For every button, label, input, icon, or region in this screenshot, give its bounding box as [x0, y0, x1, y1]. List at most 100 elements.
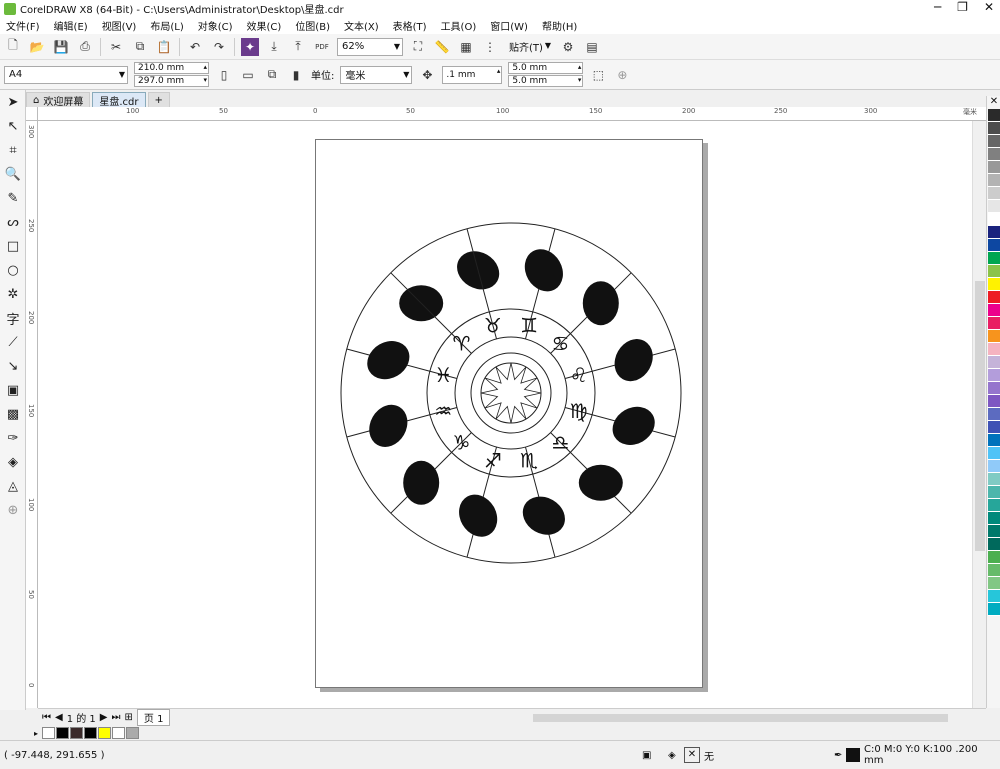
menu-window[interactable]: 窗口(W)	[490, 18, 528, 33]
zoom-tool-icon[interactable]: 🔍	[0, 162, 26, 186]
no-color-swatch[interactable]: ✕	[988, 96, 1000, 109]
palette-swatch[interactable]	[988, 551, 1000, 564]
pdf-icon[interactable]: PDF	[313, 38, 331, 56]
document-palette-swatch[interactable]	[98, 727, 112, 739]
crop-tool-icon[interactable]: ⌗	[0, 138, 26, 162]
menu-view[interactable]: 视图(V)	[102, 18, 137, 33]
search-content-icon[interactable]: ✦	[241, 37, 259, 56]
tab-welcome[interactable]: ⌂ 欢迎屏幕	[26, 92, 91, 108]
new-document-icon[interactable]: 🗋	[4, 38, 22, 56]
document-palette-swatch[interactable]	[112, 727, 126, 739]
redo-icon[interactable]: ↷	[210, 38, 228, 56]
menu-tools[interactable]: 工具(O)	[441, 18, 477, 33]
duplicate-y-field[interactable]: 5.0 mm ▾	[508, 75, 584, 87]
palette-swatch[interactable]	[988, 473, 1000, 486]
horizontal-scroll-thumb[interactable]	[533, 714, 948, 722]
menu-bitmaps[interactable]: 位图(B)	[295, 18, 330, 33]
paste-icon[interactable]: 📋	[155, 38, 173, 56]
undo-icon[interactable]: ↶	[186, 38, 204, 56]
palette-swatch[interactable]	[988, 408, 1000, 421]
maximize-icon[interactable]: ❐	[957, 0, 968, 14]
palette-swatch[interactable]	[988, 434, 1000, 447]
tab-document[interactable]: 星盘.cdr	[92, 92, 146, 108]
menu-layout[interactable]: 布局(L)	[150, 18, 183, 33]
ruler-corner[interactable]	[26, 107, 38, 121]
add-icon[interactable]: ⊕	[613, 66, 631, 84]
print-icon[interactable]: ⎙	[76, 38, 94, 56]
document-palette-swatch[interactable]	[70, 727, 84, 739]
drawing-canvas[interactable]: ♈♉♊♋♌♍♎♏♐♑♒♓	[38, 121, 972, 708]
page-width-field[interactable]: 210.0 mm ▴	[134, 62, 209, 74]
palette-swatch[interactable]	[988, 317, 1000, 330]
palette-swatch[interactable]	[988, 447, 1000, 460]
add-page-icon[interactable]: ⊞	[125, 712, 133, 723]
parallel-dimension-icon[interactable]: ⟋	[0, 330, 26, 354]
units-combo[interactable]: 毫米 ▼	[340, 65, 413, 84]
palette-swatch[interactable]	[988, 135, 1000, 148]
interactive-fill-icon[interactable]: ◈	[0, 450, 26, 474]
spin-arrows-icon[interactable]: ▾	[203, 76, 207, 84]
palette-swatch[interactable]	[988, 174, 1000, 187]
outline-color-swatch[interactable]	[846, 748, 860, 762]
landscape-icon[interactable]: ▭	[239, 66, 257, 84]
palette-swatch[interactable]	[988, 239, 1000, 252]
palette-swatch[interactable]	[988, 382, 1000, 395]
copy-icon[interactable]: ⧉	[131, 38, 149, 56]
palette-swatch[interactable]	[988, 343, 1000, 356]
palette-swatch[interactable]	[988, 161, 1000, 174]
palette-swatch[interactable]	[988, 304, 1000, 317]
eyedropper-icon[interactable]: ✑	[0, 426, 26, 450]
palette-swatch[interactable]	[988, 148, 1000, 161]
palette-swatch[interactable]	[988, 356, 1000, 369]
portrait-icon[interactable]: ▯	[215, 66, 233, 84]
bleed-icon[interactable]: ⬚	[589, 66, 607, 84]
document-palette-swatch[interactable]	[56, 727, 70, 739]
palette-swatch[interactable]	[988, 499, 1000, 512]
document-page[interactable]: ♈♉♊♋♌♍♎♏♐♑♒♓	[315, 139, 703, 688]
next-page-icon[interactable]: ▶	[100, 712, 108, 723]
palette-swatch[interactable]	[988, 564, 1000, 577]
page-tab[interactable]: 页 1	[136, 709, 171, 726]
import-icon[interactable]: ⤓	[265, 38, 283, 56]
ellipse-tool-icon[interactable]: ○	[0, 258, 26, 282]
palette-swatch[interactable]	[988, 187, 1000, 200]
shape-tool-icon[interactable]: ↖	[0, 114, 26, 138]
menu-effects[interactable]: 效果(C)	[247, 18, 282, 33]
palette-swatch[interactable]	[988, 369, 1000, 382]
palette-swatch[interactable]	[988, 252, 1000, 265]
horizontal-ruler[interactable]: 100 50 0 50 100 150 200 250 300 毫米	[38, 107, 986, 121]
current-page-icon[interactable]: ▮	[287, 66, 305, 84]
menu-edit[interactable]: 编辑(E)	[54, 18, 88, 33]
add-tool-icon[interactable]: ⊕	[0, 498, 26, 522]
palette-swatch[interactable]	[988, 278, 1000, 291]
polygon-tool-icon[interactable]: ✲	[0, 282, 26, 306]
document-palette-swatch[interactable]	[42, 727, 56, 739]
transparency-tool-icon[interactable]: ▩	[0, 402, 26, 426]
rectangle-tool-icon[interactable]: □	[0, 234, 26, 258]
options-gear-icon[interactable]: ⚙	[559, 38, 577, 56]
guidelines-icon[interactable]: ⋮	[481, 38, 499, 56]
menu-help[interactable]: 帮助(H)	[542, 18, 577, 33]
document-palette-swatch[interactable]	[84, 727, 98, 739]
menu-object[interactable]: 对象(C)	[198, 18, 233, 33]
palette-swatch[interactable]	[988, 226, 1000, 239]
snap-to-combo[interactable]: 贴齐(T) ▼	[505, 38, 553, 56]
spin-arrows-icon[interactable]: ▾	[578, 76, 582, 84]
grid-icon[interactable]: ▦	[457, 38, 475, 56]
all-pages-icon[interactable]: ⧉	[263, 66, 281, 84]
palette-swatch[interactable]	[988, 486, 1000, 499]
vertical-ruler[interactable]: 300 250 200 150 100 50 0	[26, 121, 38, 708]
rulers-icon[interactable]: 📏	[433, 38, 451, 56]
freehand-tool-icon[interactable]: ✎	[0, 186, 26, 210]
full-screen-icon[interactable]: ⛶	[409, 38, 427, 56]
palette-swatch[interactable]	[988, 122, 1000, 135]
menu-text[interactable]: 文本(X)	[344, 18, 379, 33]
spin-arrows-icon[interactable]: ▴	[497, 67, 501, 75]
smart-fill-icon[interactable]: ◬	[0, 474, 26, 498]
palette-swatch[interactable]	[988, 395, 1000, 408]
palette-swatch[interactable]	[988, 590, 1000, 603]
open-icon[interactable]: 📂	[28, 38, 46, 56]
page-height-field[interactable]: 297.0 mm ▾	[134, 75, 209, 87]
spin-arrows-icon[interactable]: ▴	[203, 63, 207, 71]
menu-table[interactable]: 表格(T)	[393, 18, 427, 33]
